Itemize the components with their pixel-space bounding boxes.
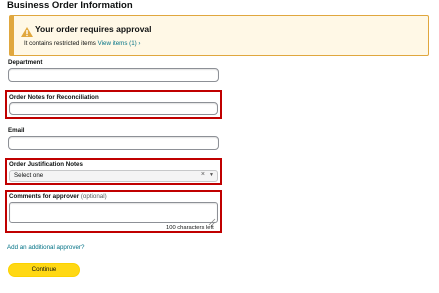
order-notes-input[interactable] bbox=[9, 102, 218, 115]
comments-label: Comments for approver (optional) bbox=[9, 193, 107, 200]
resize-grip-icon[interactable] bbox=[208, 213, 216, 226]
comments-char-count: 100 characters left bbox=[166, 225, 214, 231]
comments-optional: (optional) bbox=[80, 193, 107, 200]
justification-selected-value: Select one bbox=[14, 172, 44, 179]
warning-icon bbox=[21, 24, 33, 37]
comments-label-text: Comments for approver bbox=[9, 193, 80, 200]
alert-message: It contains restricted items bbox=[24, 40, 96, 47]
approval-alert: Your order requires approval It contains… bbox=[9, 15, 429, 56]
department-input[interactable] bbox=[8, 68, 219, 82]
order-notes-label: Order Notes for Reconciliation bbox=[9, 94, 99, 101]
continue-button[interactable]: Continue bbox=[8, 263, 80, 277]
email-label: Email bbox=[8, 127, 25, 134]
justification-select[interactable]: Select one × ▼ bbox=[9, 170, 218, 182]
add-approver-link[interactable]: Add an additional approver? bbox=[7, 244, 84, 251]
clear-icon[interactable]: × bbox=[201, 171, 205, 178]
section-title: Business Order Information bbox=[7, 0, 133, 11]
chevron-down-icon[interactable]: ▼ bbox=[209, 172, 214, 178]
alert-body: It contains restricted items View items … bbox=[24, 40, 140, 47]
email-input[interactable] bbox=[8, 136, 219, 150]
comments-textarea[interactable] bbox=[9, 202, 218, 226]
justification-label: Order Justification Notes bbox=[9, 161, 83, 168]
department-label: Department bbox=[8, 59, 43, 66]
view-items-link[interactable]: View items (1) › bbox=[98, 40, 141, 47]
alert-title: Your order requires approval bbox=[35, 24, 152, 34]
